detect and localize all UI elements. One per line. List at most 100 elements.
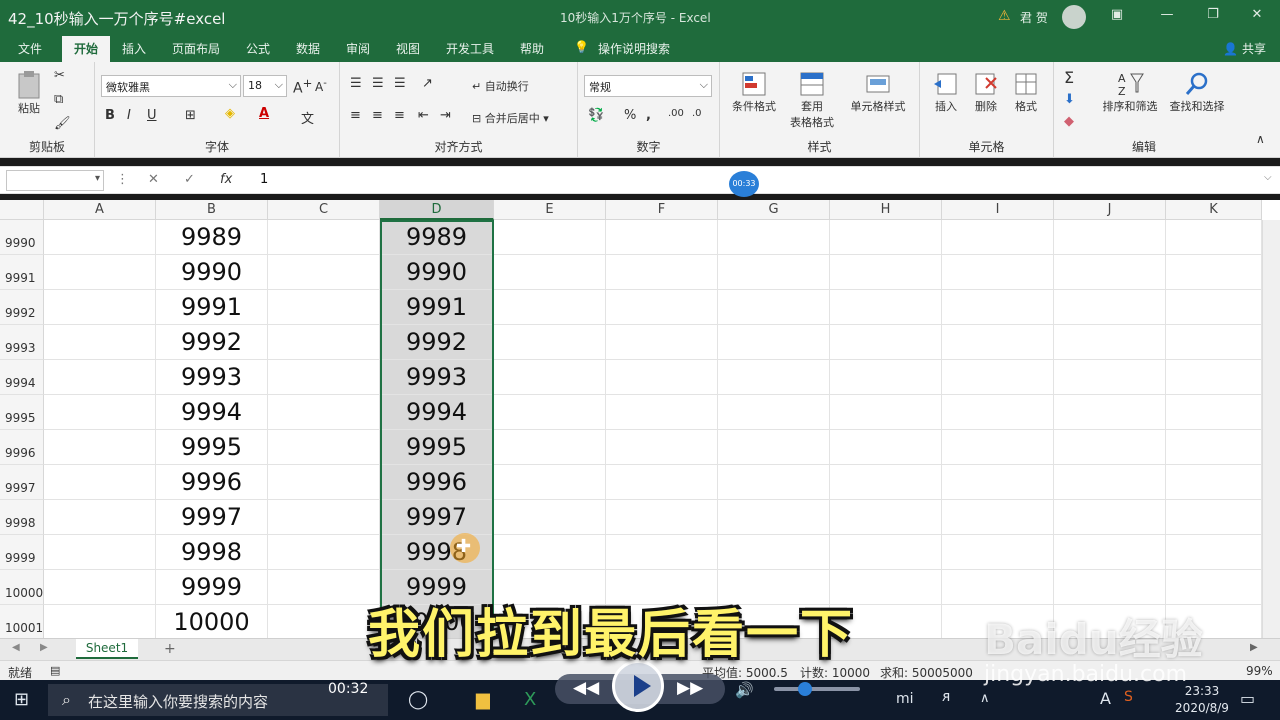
enter-icon[interactable]: ✓ xyxy=(184,172,195,187)
share-button[interactable]: 👤 共享 xyxy=(1223,40,1266,57)
cell-empty[interactable] xyxy=(1054,395,1166,430)
cell-d[interactable]: 9992 xyxy=(380,325,494,360)
cell-b[interactable]: 9995 xyxy=(156,430,268,465)
user-name[interactable]: 君 贺 xyxy=(1020,9,1048,26)
zoom-level[interactable]: 99% xyxy=(1246,664,1273,678)
align-right-icon[interactable]: ≡ xyxy=(394,108,405,123)
cell-empty[interactable] xyxy=(1166,360,1262,395)
column-header-i[interactable]: I xyxy=(942,200,1054,220)
cell-empty[interactable] xyxy=(1166,465,1262,500)
cell-empty[interactable] xyxy=(268,535,380,570)
excel-icon[interactable]: X xyxy=(524,689,536,710)
cell-empty[interactable] xyxy=(942,290,1054,325)
cell-empty[interactable] xyxy=(606,360,718,395)
row-header[interactable]: 9991 xyxy=(0,255,44,290)
row-header[interactable]: 9990 xyxy=(0,220,44,255)
cell-empty[interactable] xyxy=(606,290,718,325)
bold-button[interactable]: B xyxy=(105,108,115,123)
cell-empty[interactable] xyxy=(606,325,718,360)
cell-empty[interactable] xyxy=(44,605,156,640)
cell-empty[interactable] xyxy=(606,465,718,500)
cell-empty[interactable] xyxy=(494,430,606,465)
increase-indent-icon[interactable]: ⇥ xyxy=(440,108,451,123)
row-header[interactable]: 9998 xyxy=(0,500,44,535)
column-header-a[interactable]: A xyxy=(44,200,156,220)
cell-empty[interactable] xyxy=(830,255,942,290)
avatar[interactable] xyxy=(1062,5,1086,29)
cell-empty[interactable] xyxy=(1054,325,1166,360)
cell-empty[interactable] xyxy=(268,465,380,500)
row-header[interactable]: 9993 xyxy=(0,325,44,360)
cell-empty[interactable] xyxy=(44,325,156,360)
rewind-icon[interactable]: ◀◀ xyxy=(573,678,599,698)
select-all-corner[interactable] xyxy=(0,200,44,220)
autosum-icon[interactable]: Σ xyxy=(1064,68,1074,87)
cell-d[interactable]: 9997 xyxy=(380,500,494,535)
lightbulb-icon[interactable]: 💡 xyxy=(574,40,589,54)
tab-review[interactable]: 审阅 xyxy=(346,40,370,57)
fill-color-icon[interactable]: ◈ xyxy=(225,106,235,121)
cell-empty[interactable] xyxy=(718,535,830,570)
tab-developer[interactable]: 开发工具 xyxy=(446,40,494,57)
cell-empty[interactable] xyxy=(44,360,156,395)
align-top-icon[interactable]: ☰ xyxy=(350,76,362,91)
find-select-button[interactable]: 查找和选择 xyxy=(1164,70,1230,114)
cell-empty[interactable] xyxy=(718,290,830,325)
row-header[interactable]: 9999 xyxy=(0,535,44,570)
cell-empty[interactable] xyxy=(1166,570,1262,605)
column-header-g[interactable]: G xyxy=(718,200,830,220)
scroll-right-icon[interactable]: ▶ xyxy=(1250,642,1258,653)
merge-center-button[interactable]: ⊟ 合并后居中 ▾ xyxy=(472,110,549,126)
insert-function-icon[interactable]: fx xyxy=(220,172,232,187)
tab-help[interactable]: 帮助 xyxy=(520,40,544,57)
tab-page-layout[interactable]: 页面布局 xyxy=(172,40,220,57)
cell-empty[interactable] xyxy=(44,290,156,325)
cell-empty[interactable] xyxy=(942,570,1054,605)
cell-empty[interactable] xyxy=(494,500,606,535)
decrease-indent-icon[interactable]: ⇤ xyxy=(418,108,429,123)
tab-home[interactable]: 开始 xyxy=(62,36,111,62)
sort-filter-button[interactable]: AZ 排序和筛选 xyxy=(1094,70,1166,114)
fast-forward-icon[interactable]: ▶▶ xyxy=(677,678,703,698)
cell-empty[interactable] xyxy=(718,255,830,290)
warning-icon[interactable]: ⚠ xyxy=(998,8,1011,24)
row-header[interactable]: 9997 xyxy=(0,465,44,500)
cell-b[interactable]: 9993 xyxy=(156,360,268,395)
cell-empty[interactable] xyxy=(830,395,942,430)
cell-empty[interactable] xyxy=(268,290,380,325)
cell-empty[interactable] xyxy=(1054,220,1166,255)
copy-icon[interactable]: ⧉ xyxy=(54,92,63,107)
cell-empty[interactable] xyxy=(830,325,942,360)
cell-empty[interactable] xyxy=(44,535,156,570)
row-header[interactable]: 10001 xyxy=(0,605,44,640)
tab-view[interactable]: 视图 xyxy=(396,40,420,57)
cell-b[interactable]: 9989 xyxy=(156,220,268,255)
cell-empty[interactable] xyxy=(1166,395,1262,430)
windows-start-icon[interactable]: ⊞ xyxy=(14,689,29,710)
delete-cells-button[interactable]: 删除 xyxy=(966,70,1006,114)
border-icon[interactable]: ⊞ xyxy=(185,108,196,123)
cell-empty[interactable] xyxy=(494,290,606,325)
cell-empty[interactable] xyxy=(494,220,606,255)
name-box[interactable]: ▾ xyxy=(6,170,104,191)
taskbar-clock[interactable]: 23:33 2020/8/9 xyxy=(1162,683,1242,717)
increase-decimal-icon[interactable]: .00 xyxy=(668,108,684,119)
file-explorer-icon[interactable]: ▆ xyxy=(476,689,490,710)
cell-empty[interactable] xyxy=(494,255,606,290)
comma-button[interactable]: , xyxy=(646,108,651,123)
tell-me-search[interactable]: 操作说明搜索 xyxy=(598,40,670,57)
cell-b[interactable]: 9990 xyxy=(156,255,268,290)
cell-empty[interactable] xyxy=(268,430,380,465)
cell-empty[interactable] xyxy=(942,220,1054,255)
cell-empty[interactable] xyxy=(718,500,830,535)
clear-icon[interactable]: ◆ xyxy=(1064,114,1074,129)
cell-empty[interactable] xyxy=(606,220,718,255)
cell-d[interactable]: 9993 xyxy=(380,360,494,395)
column-header-c[interactable]: C xyxy=(268,200,380,220)
column-header-e[interactable]: E xyxy=(494,200,606,220)
cell-b[interactable]: 9998 xyxy=(156,535,268,570)
cell-d[interactable]: 9990 xyxy=(380,255,494,290)
cell-empty[interactable] xyxy=(1166,500,1262,535)
wrap-text-button[interactable]: ↵ 自动换行 xyxy=(472,78,529,94)
row-header[interactable]: 9994 xyxy=(0,360,44,395)
